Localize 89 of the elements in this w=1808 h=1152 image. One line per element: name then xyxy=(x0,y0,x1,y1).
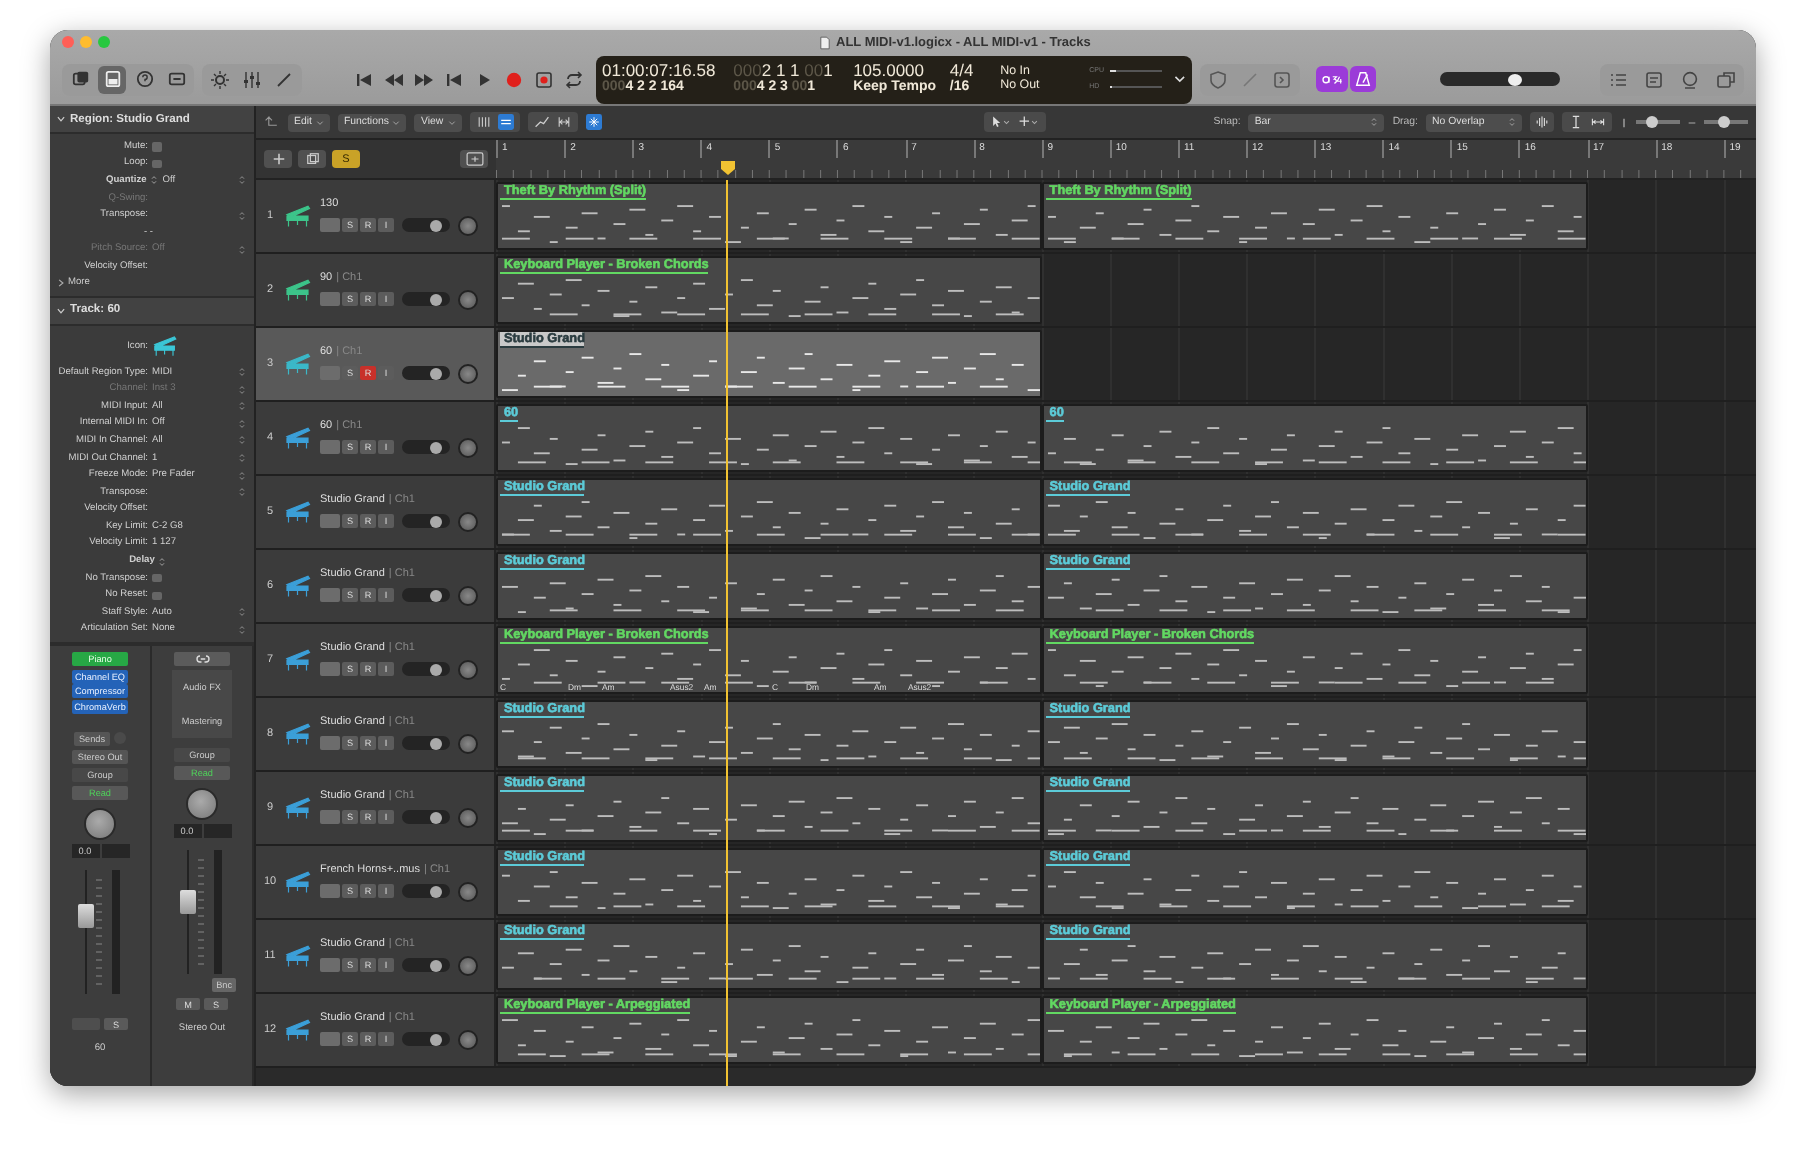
go-to-start-icon[interactable] xyxy=(354,69,374,89)
select-arrows-icon xyxy=(1370,116,1379,128)
help-icon xyxy=(135,70,153,88)
fast-forward-icon[interactable] xyxy=(414,69,434,89)
plus-tool-icon[interactable] xyxy=(1017,114,1040,130)
time-signature: 4/4 xyxy=(949,62,976,81)
mixer-icon[interactable] xyxy=(242,69,262,89)
pan-knob[interactable] xyxy=(458,585,478,605)
automation-icon[interactable] xyxy=(533,114,550,130)
metronome-icon xyxy=(1354,70,1372,88)
link-button[interactable] xyxy=(174,652,230,666)
count-in-icon xyxy=(1320,70,1344,88)
disclosure-icon[interactable] xyxy=(56,114,66,124)
play-icon[interactable] xyxy=(474,69,494,89)
checkbox[interactable] xyxy=(152,142,161,152)
count-in-button[interactable] xyxy=(1316,66,1348,92)
flex-icon[interactable] xyxy=(555,114,572,130)
checkbox[interactable] xyxy=(152,591,161,601)
brightness-icon[interactable] xyxy=(210,69,230,89)
pan-knob[interactable] xyxy=(458,289,478,309)
pan-knob[interactable] xyxy=(458,363,478,383)
inspector-icon xyxy=(103,70,121,88)
volume-slider[interactable] xyxy=(402,588,450,602)
vertical-fit-icon[interactable] xyxy=(1568,114,1584,130)
volume-slider[interactable] xyxy=(402,218,450,232)
catch-button[interactable] xyxy=(585,114,602,130)
disclosure-icon[interactable] xyxy=(56,305,66,316)
duplicate-icon xyxy=(305,152,319,166)
pan-knob[interactable] xyxy=(84,807,116,840)
volume-slider[interactable] xyxy=(402,292,450,306)
horizontal-fit-icon[interactable] xyxy=(1590,114,1606,130)
note-pad-icon[interactable] xyxy=(1644,69,1664,89)
cycle-icon[interactable] xyxy=(564,69,584,89)
grand-piano-icon[interactable] xyxy=(152,334,180,359)
master-volume-slider[interactable] xyxy=(1440,72,1560,86)
link-icon xyxy=(193,654,211,664)
document-icon xyxy=(820,35,830,49)
rewind-icon[interactable] xyxy=(384,69,404,89)
volume-slider[interactable] xyxy=(402,736,450,750)
pan-knob[interactable] xyxy=(458,733,478,753)
loop-browser-icon[interactable] xyxy=(1680,69,1700,89)
pan-knob[interactable] xyxy=(458,511,478,531)
volume-slider[interactable] xyxy=(402,810,450,824)
pan-knob[interactable] xyxy=(458,215,478,235)
pan-knob[interactable] xyxy=(458,659,478,679)
pan-knob[interactable] xyxy=(186,787,218,820)
volume-slider[interactable] xyxy=(402,366,450,380)
metronome-button[interactable] xyxy=(1350,66,1376,92)
tracks-view-button[interactable] xyxy=(460,150,488,168)
volume-slider[interactable] xyxy=(402,440,450,454)
go-to-start-icon[interactable] xyxy=(444,69,464,89)
bar-position: 0002 1 1 001 xyxy=(733,62,835,81)
volume-slider[interactable] xyxy=(402,958,450,972)
waveform-zoom-icon[interactable] xyxy=(1530,112,1554,132)
tempo-value: 105.0000 xyxy=(853,62,925,81)
select-arrows-icon[interactable] xyxy=(158,555,167,568)
pan-knob[interactable] xyxy=(458,881,478,901)
smpte-position: 01:00:07:16.58 xyxy=(602,62,718,81)
pencil-icon[interactable] xyxy=(274,69,294,89)
volume-slider[interactable] xyxy=(402,662,450,676)
checkbox[interactable] xyxy=(152,573,161,583)
volume-slider[interactable] xyxy=(402,1032,450,1046)
pan-knob[interactable] xyxy=(458,807,478,827)
toolbar-icon xyxy=(167,70,185,88)
list-icon[interactable] xyxy=(1608,69,1628,89)
plus-icon xyxy=(271,152,285,166)
grid-view-icon[interactable] xyxy=(475,114,492,130)
add-track-button[interactable] xyxy=(264,150,292,168)
add-window-icon xyxy=(465,152,483,166)
playhead-marker-icon[interactable] xyxy=(719,160,735,176)
checkbox[interactable] xyxy=(152,159,161,169)
shield-icon[interactable] xyxy=(1208,69,1228,89)
pan-knob[interactable] xyxy=(458,1029,478,1049)
browser-icon[interactable] xyxy=(1716,69,1736,89)
pointer-tool-icon[interactable] xyxy=(989,114,1012,130)
list-view-icon[interactable] xyxy=(497,114,514,130)
select-arrows-icon[interactable] xyxy=(150,174,159,187)
back-arrow-icon[interactable] xyxy=(264,114,280,130)
library-icon xyxy=(71,70,89,88)
disclosure-icon[interactable] xyxy=(56,278,66,289)
bracket-icon[interactable] xyxy=(1272,69,1292,89)
volume-slider[interactable] xyxy=(402,514,450,528)
volume-slider[interactable] xyxy=(402,884,450,898)
pan-knob[interactable] xyxy=(458,437,478,457)
duplicate-track-button[interactable] xyxy=(298,150,326,168)
pan-knob[interactable] xyxy=(458,955,478,975)
chevron-down-icon[interactable] xyxy=(1174,74,1187,84)
inspector-button[interactable] xyxy=(98,65,126,93)
capture-record-icon[interactable] xyxy=(534,69,554,89)
